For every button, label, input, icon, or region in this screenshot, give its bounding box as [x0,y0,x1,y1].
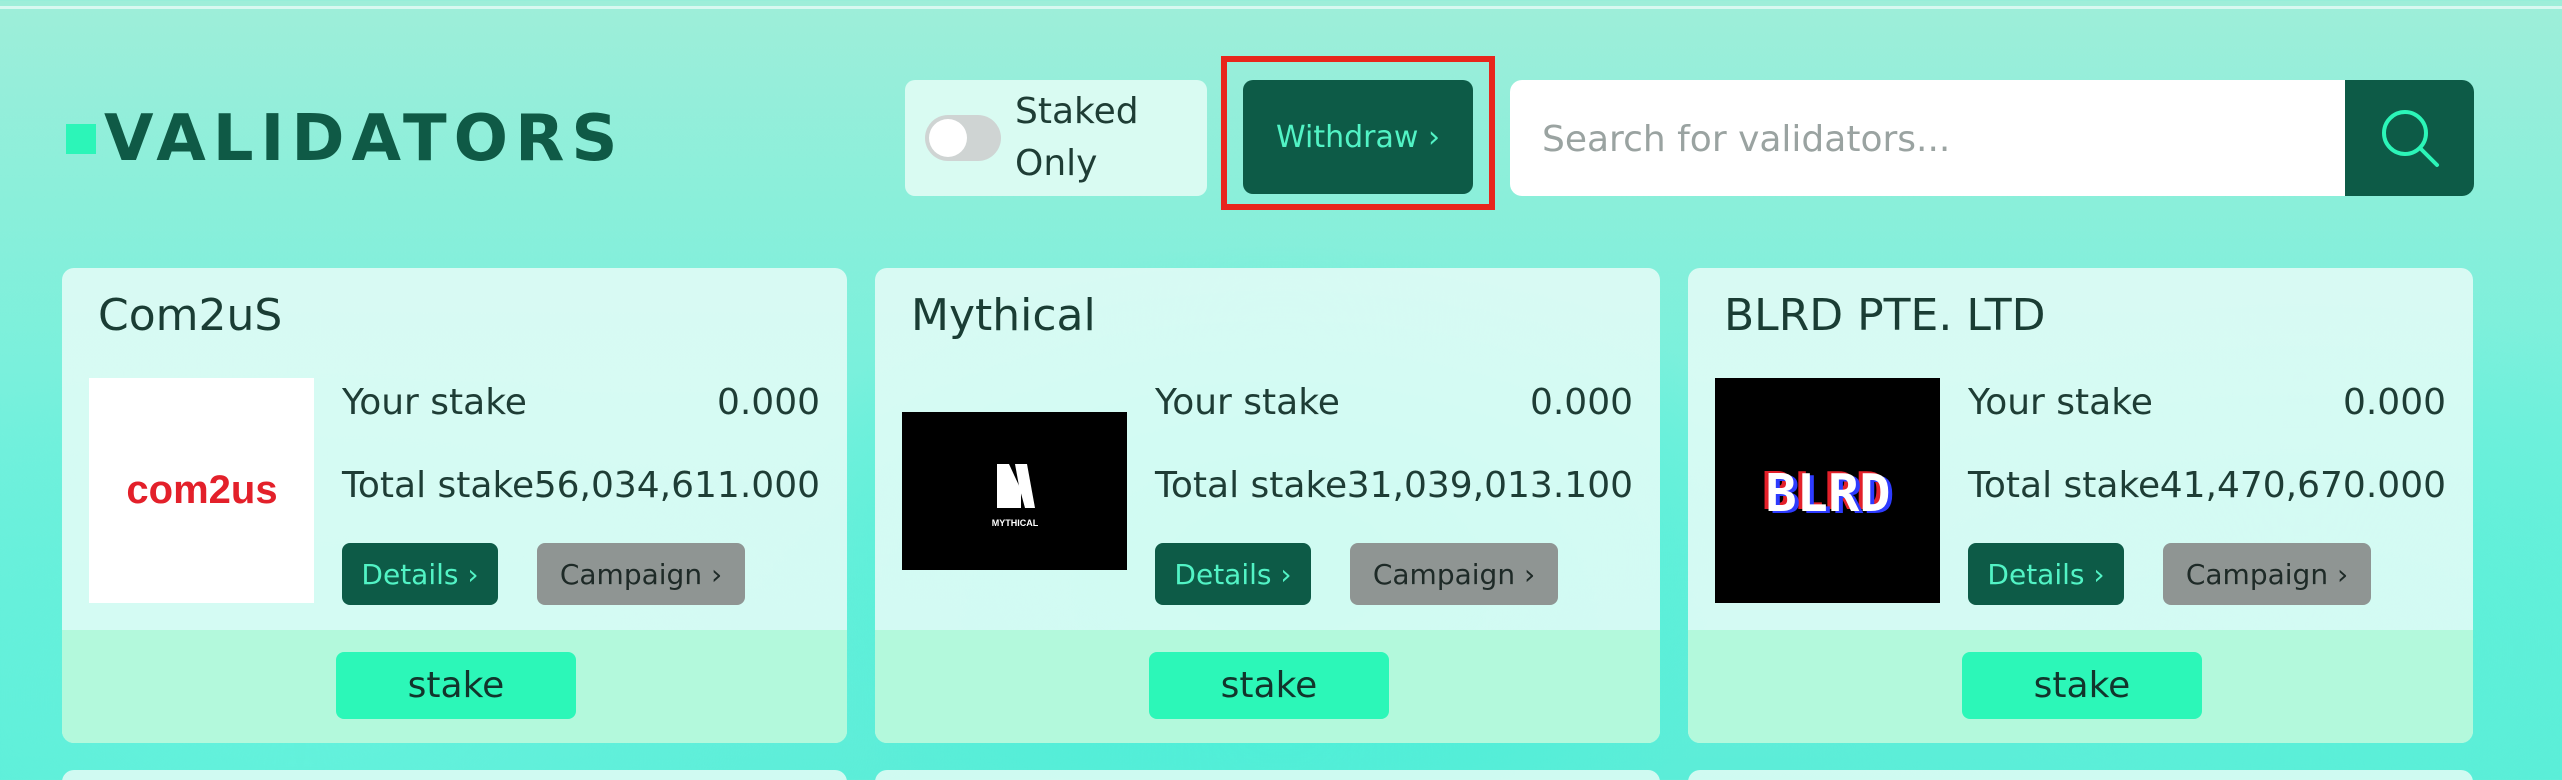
details-button[interactable]: Details › [342,543,498,605]
details-button[interactable]: Details › [1155,543,1311,605]
page-title: VALIDATORS [66,102,625,176]
stake-button[interactable]: stake [1962,652,2202,719]
card-footer: stake [1688,630,2473,743]
campaign-button[interactable]: Campaign › [2163,543,2371,605]
campaign-button[interactable]: Campaign › [537,543,745,605]
page-title-text: VALIDATORS [104,102,625,176]
your-stake-label: Your stake [342,382,527,423]
your-stake-value: 0.000 [1529,382,1633,423]
details-button[interactable]: Details › [1968,543,2124,605]
top-divider [0,6,2562,9]
validator-logo: BLRD BLRD BLRD [1715,378,1940,603]
validator-name: Com2uS [98,290,283,341]
total-stake-value: 31,039,013.100 [1346,465,1633,506]
validator-card-partial [1688,770,2473,780]
your-stake-value: 0.000 [716,382,820,423]
search-field[interactable] [1510,80,2346,198]
validator-logo: MYTHICAL [902,412,1127,570]
validator-card-partial [62,770,847,780]
validator-name: Mythical [911,290,1096,341]
blrd-logo: BLRD BLRD BLRD [1761,462,1894,526]
withdraw-button[interactable]: Withdraw › [1243,80,1473,194]
your-stake-label: Your stake [1968,382,2153,423]
total-stake-value: 56,034,611.000 [533,465,820,506]
validator-card: Com2uS com2us Your stake 0.000 Total sta… [62,268,847,743]
title-square-icon [66,124,96,154]
toggle-switch[interactable] [925,115,1001,161]
search-icon [2381,110,2439,167]
toggle-knob [929,119,967,157]
search-button[interactable] [2345,80,2474,196]
validator-name: BLRD PTE. LTD [1724,290,2046,341]
search-input[interactable] [1540,80,2324,198]
card-footer: stake [875,630,1660,743]
card-footer: stake [62,630,847,743]
total-stake-label: Total stake [1155,465,1348,506]
staked-only-label: Staked Only [1015,91,1139,184]
your-stake-label: Your stake [1155,382,1340,423]
validator-card-partial [875,770,1660,780]
com2us-logo: com2us [126,468,277,512]
total-stake-value: 41,470,670.000 [2159,465,2446,506]
stake-button[interactable]: stake [336,652,576,719]
svg-text:BLRD: BLRD [1765,464,1890,524]
total-stake-label: Total stake [1968,465,2161,506]
stake-button[interactable]: stake [1149,652,1389,719]
total-stake-label: Total stake [342,465,535,506]
validator-card: Mythical MYTHICAL Your stake 0.000 Total… [875,268,1660,743]
validator-card: BLRD PTE. LTD BLRD BLRD BLRD Your stake … [1688,268,2473,743]
svg-text:com2us: com2us [126,468,277,512]
staked-only-toggle[interactable]: Staked Only [905,80,1207,196]
your-stake-value: 0.000 [2342,382,2446,423]
svg-text:MYTHICAL: MYTHICAL [991,518,1038,528]
campaign-button[interactable]: Campaign › [1350,543,1558,605]
validator-logo: com2us [89,378,314,603]
mythical-logo: MYTHICAL [991,464,1038,528]
